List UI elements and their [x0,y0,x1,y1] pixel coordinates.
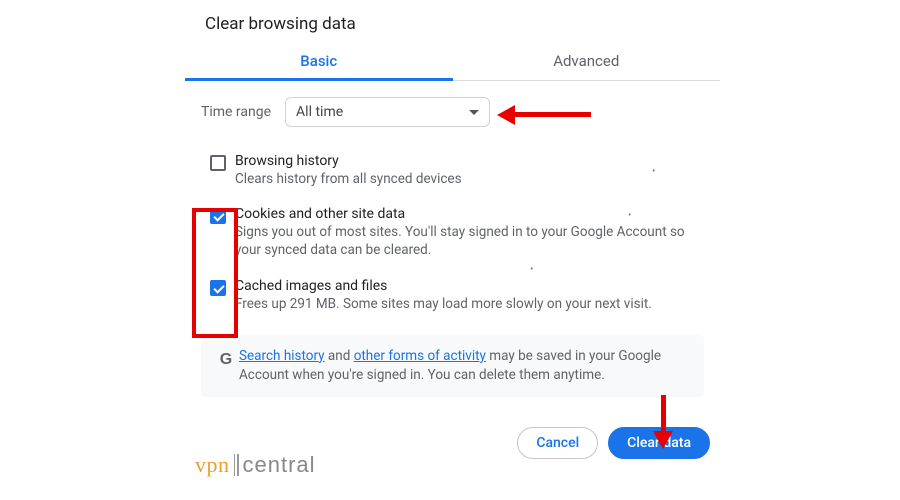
option-cookies: Cookies and other site data Signs you ou… [195,202,710,273]
option-desc: Signs you out of most sites. You'll stay… [235,223,704,259]
clear-data-button[interactable]: Clear data [608,427,710,459]
clear-browsing-data-dialog: Clear browsing data Basic Advanced Time … [185,10,720,469]
time-range-row: Time range All time [195,97,710,127]
option-title: Browsing history [235,153,704,169]
option-desc: Clears history from all synced devices [235,170,704,188]
option-browsing-history: Browsing history Clears history from all… [195,149,710,202]
option-desc: Frees up 291 MB. Some sites may load mor… [235,295,704,313]
vpncentral-watermark: vpn central [195,452,316,478]
other-activity-link[interactable]: other forms of activity [354,348,486,364]
tab-label: Advanced [553,52,619,70]
watermark-left: vpn [195,452,230,478]
time-range-select[interactable]: All time [285,97,490,127]
time-range-label: Time range [201,104,271,120]
dialog-body: Time range All time Browsing history Cle… [185,81,720,397]
info-text: Search history and other forms of activi… [239,347,690,385]
tab-basic[interactable]: Basic [185,44,453,80]
tab-label: Basic [300,52,337,70]
google-icon: G [213,347,239,385]
google-account-info: G Search history and other forms of acti… [201,335,704,397]
tab-bar: Basic Advanced [185,44,720,81]
cache-checkbox[interactable] [210,280,226,296]
watermark-divider-icon [234,454,239,476]
dialog-title: Clear browsing data [185,10,720,44]
option-title: Cached images and files [235,278,704,294]
chevron-down-icon [469,110,479,115]
search-history-link[interactable]: Search history [239,348,325,364]
option-cache: Cached images and files Frees up 291 MB.… [195,274,710,327]
cancel-button[interactable]: Cancel [517,427,598,459]
tab-advanced[interactable]: Advanced [453,44,721,80]
browsing-history-checkbox[interactable] [210,155,226,171]
time-range-value: All time [296,104,343,120]
option-title: Cookies and other site data [235,206,704,222]
watermark-right: central [243,452,316,478]
cookies-checkbox[interactable] [210,208,226,224]
